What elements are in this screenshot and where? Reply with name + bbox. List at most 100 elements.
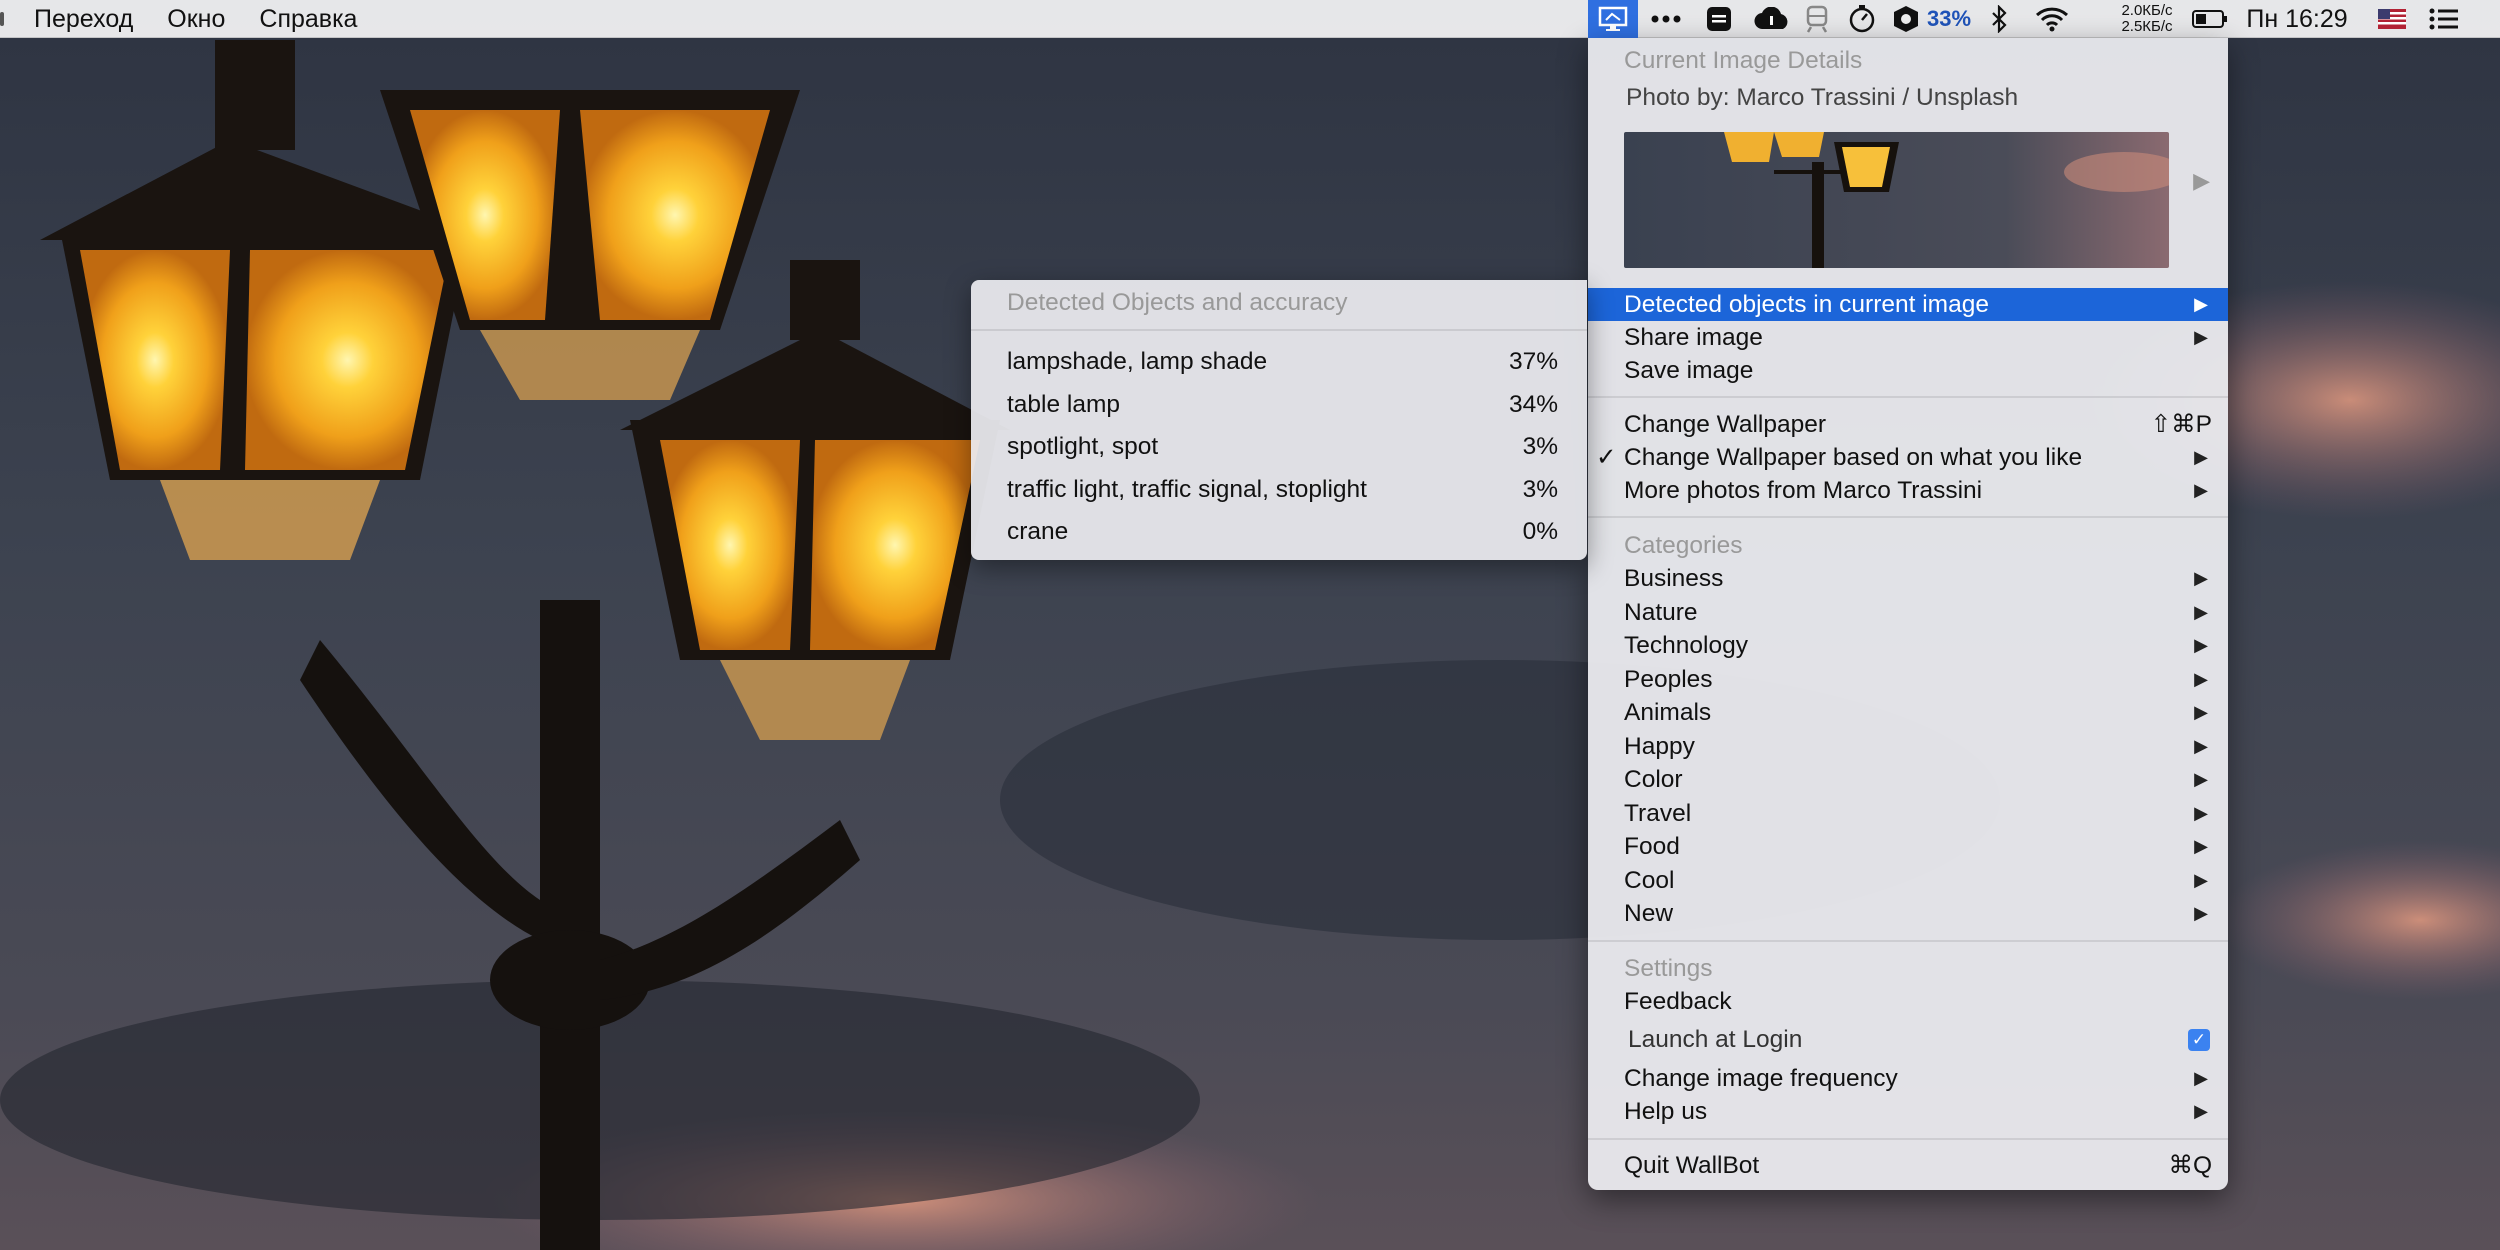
submenu-arrow-icon: ▶: [2194, 294, 2208, 314]
menu-separator: [1588, 940, 2228, 942]
menu-more-photos-label: More photos from Marco Trassini: [1624, 477, 1983, 504]
menu-change-frequency[interactable]: Change image frequency ▶: [1588, 1062, 2228, 1095]
settings-header: Settings: [1624, 955, 1713, 982]
menu-separator: [1588, 1138, 2228, 1140]
timer-icon[interactable]: [1846, 0, 1878, 38]
category-label: New: [1624, 900, 1674, 927]
quit-shortcut: ⌘Q: [2168, 1152, 2212, 1179]
menu-separator: [1588, 516, 2228, 518]
train-icon[interactable]: [1802, 0, 1832, 38]
category-technology[interactable]: Technology ▶: [1588, 629, 2228, 662]
menu-share-image[interactable]: Share image ▶: [1588, 321, 2228, 354]
detected-object-row[interactable]: spotlight, spot 3%: [971, 427, 1587, 467]
menu-change-based-on-likes[interactable]: ✓ Change Wallpaper based on what you lik…: [1588, 441, 2228, 474]
submenu-arrow-icon: ▶: [2194, 480, 2208, 500]
menu-change-wallpaper-label: Change Wallpaper: [1624, 411, 1827, 438]
change-wallpaper-shortcut: ⇧⌘P: [2150, 411, 2212, 438]
help-us-label: Help us: [1624, 1098, 1708, 1125]
menu-bar: Переход Окно Справка 33% 2.0КБ/с 2.5КБ/с: [0, 0, 2500, 38]
net-down-rate: 2.5КБ/с: [2121, 18, 2173, 35]
category-nature[interactable]: Nature ▶: [1588, 596, 2228, 629]
category-color[interactable]: Color ▶: [1588, 763, 2228, 796]
shield-icon[interactable]: [1890, 0, 1922, 38]
detected-object-accuracy: 0%: [1522, 518, 1558, 545]
quit-label: Quit WallBot: [1624, 1152, 1760, 1179]
category-label: Technology: [1624, 632, 1748, 659]
menu-detected-objects[interactable]: Detected objects in current image ▶: [1588, 288, 2228, 321]
category-label: Business: [1624, 565, 1724, 592]
detected-object-label: traffic light, traffic signal, stoplight: [1007, 475, 1367, 503]
checkmark-icon: ✓: [1596, 444, 1617, 471]
battery-icon[interactable]: [2190, 0, 2230, 38]
menu-window[interactable]: Окно: [150, 0, 242, 38]
category-label: Food: [1624, 833, 1680, 860]
submenu-arrow-icon: ▶: [2194, 601, 2208, 622]
submenu-arrow-icon: ▶: [2194, 1068, 2208, 1088]
menu-launch-at-login[interactable]: Launch at Login ✓: [1588, 1023, 2228, 1056]
menu-share-image-label: Share image: [1624, 324, 1763, 351]
menu-help-us[interactable]: Help us ▶: [1588, 1095, 2228, 1128]
menu-separator: [1588, 396, 2228, 398]
cloud-icon[interactable]: [1752, 0, 1792, 38]
submenu-arrow-icon: ▶: [2194, 869, 2208, 890]
menu-quit[interactable]: Quit WallBot ⌘Q: [1588, 1149, 2228, 1182]
category-label: Animals: [1624, 699, 1712, 726]
battery-percent[interactable]: 33%: [1924, 0, 1974, 38]
category-peoples[interactable]: Peoples ▶: [1588, 663, 2228, 696]
submenu-arrow-icon: ▶: [2194, 735, 2208, 756]
category-new[interactable]: New ▶: [1588, 897, 2228, 930]
thumbnail-next-arrow-icon[interactable]: ▶: [2193, 168, 2210, 194]
flag-icon[interactable]: [2376, 0, 2408, 38]
current-image-thumbnail[interactable]: [1624, 132, 2169, 268]
detected-object-accuracy: 3%: [1522, 475, 1558, 503]
clock[interactable]: Пн 16:29: [2242, 0, 2352, 38]
menu-detected-objects-label: Detected objects in current image: [1624, 291, 1989, 318]
submenu-arrow-icon: ▶: [2194, 836, 2208, 856]
photo-credit: Photo by: Marco Trassini / Unsplash: [1626, 84, 2019, 111]
list-icon[interactable]: [2426, 0, 2462, 38]
detected-object-row[interactable]: crane 0%: [971, 512, 1587, 552]
menu-feedback[interactable]: Feedback: [1588, 985, 2228, 1018]
bluetooth-icon[interactable]: [1988, 0, 2010, 38]
wifi-icon[interactable]: [2034, 0, 2070, 38]
category-business[interactable]: Business ▶: [1588, 562, 2228, 595]
menu-more-photos[interactable]: More photos from Marco Trassini ▶: [1588, 474, 2228, 507]
submenu-arrow-icon: ▶: [2194, 769, 2208, 789]
wallbot-monitor-icon[interactable]: [1588, 0, 1638, 38]
detected-object-row[interactable]: lampshade, lamp shade 37%: [971, 342, 1587, 382]
submenu-arrow-icon: ▶: [2194, 635, 2208, 655]
wallbot-menu: Current Image Details Photo by: Marco Tr…: [1588, 38, 2228, 1190]
menu-help[interactable]: Справка: [242, 0, 374, 38]
note-icon[interactable]: [1704, 0, 1734, 38]
menu-change-based-label: Change Wallpaper based on what you like: [1624, 444, 2083, 471]
more-dots-icon[interactable]: [1648, 0, 1684, 38]
category-happy[interactable]: Happy ▶: [1588, 730, 2228, 763]
current-image-details-header: Current Image Details: [1624, 47, 1863, 74]
menu-go[interactable]: Переход: [0, 0, 150, 38]
category-food[interactable]: Food ▶: [1588, 830, 2228, 863]
detected-object-row[interactable]: traffic light, traffic signal, stoplight…: [971, 470, 1587, 510]
launch-at-login-label: Launch at Login: [1628, 1026, 1803, 1053]
category-label: Color: [1624, 766, 1683, 793]
submenu-arrow-icon: ▶: [2194, 802, 2208, 823]
detected-object-label: crane: [1007, 518, 1069, 545]
menu-change-wallpaper[interactable]: Change Wallpaper ⇧⌘P: [1588, 408, 2228, 441]
category-animals[interactable]: Animals ▶: [1588, 696, 2228, 729]
menu-separator: [971, 329, 1587, 331]
submenu-arrow-icon: ▶: [2194, 568, 2208, 588]
detected-objects-submenu: Detected Objects and accuracy lampshade,…: [971, 280, 1587, 560]
submenu-arrow-icon: ▶: [2194, 1101, 2208, 1121]
detected-object-label: spotlight, spot: [1007, 433, 1159, 460]
category-cool[interactable]: Cool ▶: [1588, 864, 2228, 897]
network-speed[interactable]: 2.0КБ/с 2.5КБ/с: [2112, 0, 2182, 38]
submenu-arrow-icon: ▶: [2194, 668, 2208, 689]
submenu-arrow-icon: ▶: [2194, 702, 2208, 722]
change-frequency-label: Change image frequency: [1624, 1065, 1898, 1092]
detected-object-accuracy: 34%: [1508, 390, 1558, 418]
menu-save-image[interactable]: Save image: [1588, 354, 2228, 387]
launch-at-login-checkbox[interactable]: ✓: [2188, 1029, 2210, 1051]
category-travel[interactable]: Travel ▶: [1588, 797, 2228, 830]
category-label: Happy: [1624, 732, 1695, 760]
detected-object-row[interactable]: table lamp 34%: [971, 385, 1587, 425]
categories-header: Categories: [1624, 532, 1743, 559]
